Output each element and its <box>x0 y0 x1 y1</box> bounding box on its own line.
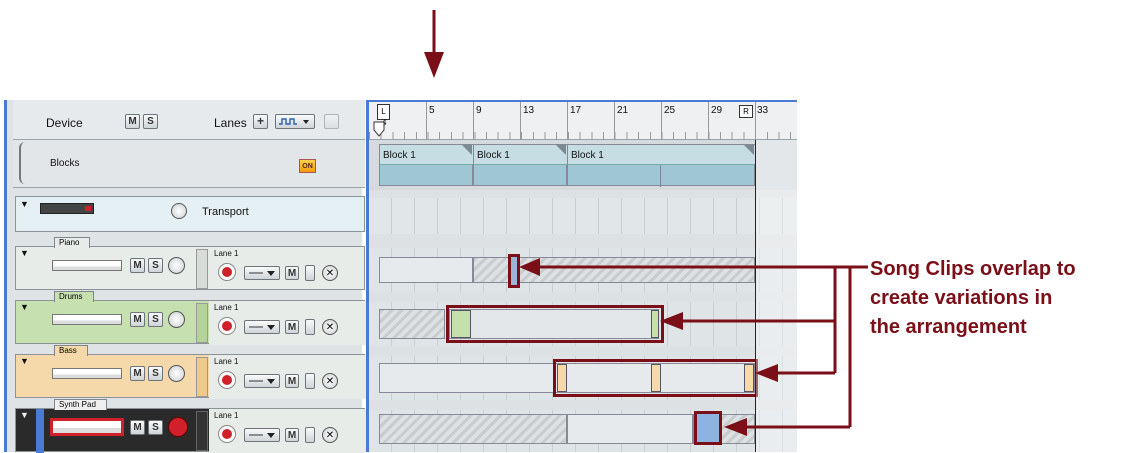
annotation-text: Song Clips overlap to create variations … <box>870 255 1145 342</box>
annotation-connectors <box>519 258 868 436</box>
annotation-line-3: the arrangement <box>870 316 1027 338</box>
annotation-line-2: create variations in <box>870 287 1053 309</box>
annotation-line-1: Song Clips overlap to <box>870 258 1076 280</box>
